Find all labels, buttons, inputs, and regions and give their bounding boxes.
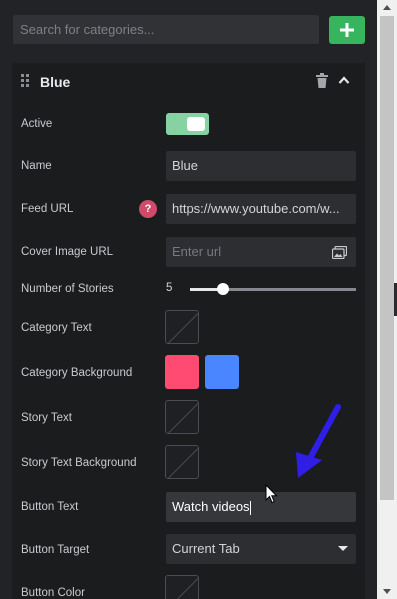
category-title: Blue (40, 74, 71, 90)
category-header[interactable]: Blue (12, 63, 365, 99)
category-bg-label: Category Background (21, 367, 133, 379)
toggle-knob (187, 117, 205, 131)
active-toggle[interactable] (166, 113, 209, 135)
feed-url-label: Feed URL (21, 203, 74, 215)
story-text-bg-color-swatch[interactable] (165, 445, 199, 479)
annotation-arrow-icon (296, 404, 341, 478)
add-category-button[interactable] (329, 16, 365, 44)
caret-down-icon (338, 546, 348, 551)
scroll-up-icon[interactable] (377, 0, 397, 16)
search-placeholder: Search for categories... (20, 22, 155, 37)
button-target-value: Current Tab (172, 541, 240, 556)
button-text-label: Button Text (21, 501, 79, 513)
cover-image-label: Cover Image URL (21, 246, 114, 258)
stories-label: Number of Stories (21, 283, 114, 295)
stories-value: 5 (166, 282, 173, 294)
category-text-color-swatch[interactable] (165, 310, 199, 344)
category-text-label: Category Text (21, 322, 92, 334)
chevron-up-icon[interactable] (338, 75, 350, 85)
help-icon[interactable]: ? (139, 200, 157, 218)
active-label: Active (21, 118, 53, 130)
button-text-field[interactable]: Watch videos (166, 492, 356, 522)
story-text-color-swatch[interactable] (165, 400, 199, 434)
story-text-label: Story Text (21, 412, 72, 424)
scrollbar-thumb[interactable] (380, 16, 394, 500)
mouse-cursor-icon (265, 484, 278, 504)
name-label: Name (21, 160, 52, 172)
category-bg-color-swatch-1[interactable] (165, 355, 199, 389)
feed-url-field[interactable]: https://www.youtube.com/w... (166, 194, 356, 224)
cover-image-field[interactable]: Enter url (166, 237, 356, 267)
button-target-select[interactable]: Current Tab (166, 534, 356, 564)
button-color-swatch[interactable] (165, 575, 199, 599)
story-text-bg-label: Story Text Background (21, 457, 137, 469)
scroll-down-icon[interactable] (377, 583, 397, 599)
search-input[interactable]: Search for categories... (13, 15, 319, 44)
button-color-label: Button Color (21, 587, 85, 599)
category-panel: Blue Active Name Blue Feed URL ? https:/… (12, 63, 365, 599)
image-icon[interactable] (332, 246, 347, 259)
button-text-value: Watch videos (172, 499, 250, 514)
app-root: Search for categories... Blue Active Nam… (0, 0, 397, 599)
stories-slider-thumb[interactable] (217, 283, 230, 295)
trash-icon[interactable] (315, 73, 329, 88)
plus-icon (340, 23, 354, 37)
button-target-label: Button Target (21, 544, 90, 556)
category-editor: Search for categories... Blue Active Nam… (0, 0, 377, 599)
text-caret (249, 500, 251, 515)
name-field[interactable]: Blue (166, 151, 356, 181)
category-bg-color-swatch-2[interactable] (205, 355, 239, 389)
drag-handle-icon[interactable] (21, 74, 29, 87)
